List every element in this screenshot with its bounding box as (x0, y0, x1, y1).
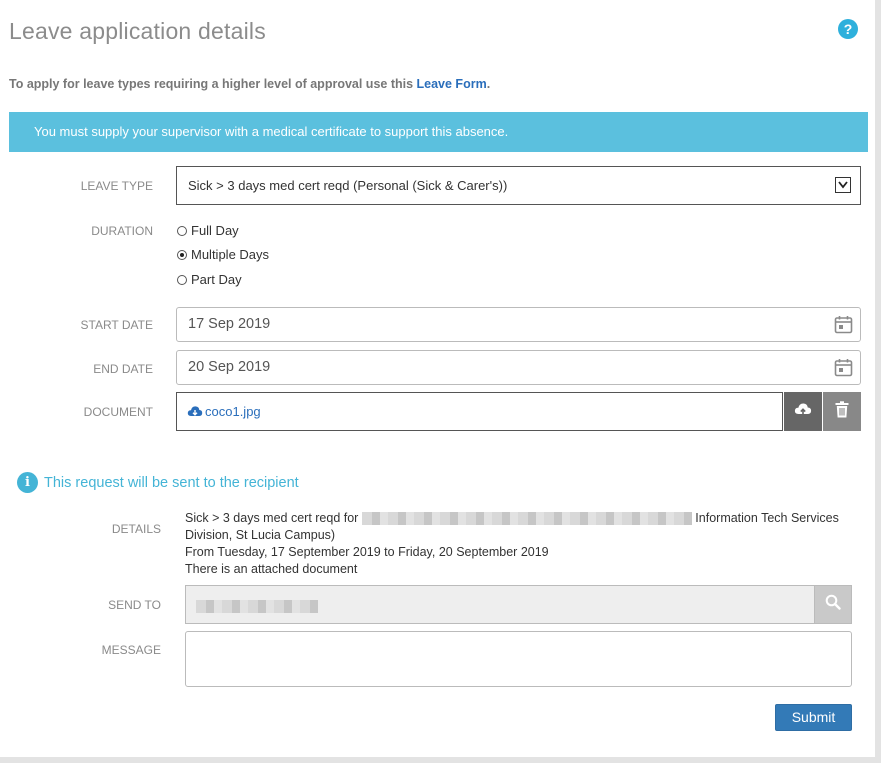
send-to-label: SEND TO (108, 598, 161, 612)
redacted-recipient (196, 600, 318, 614)
info-icon: i (17, 472, 38, 493)
recipient-info: i This request will be sent to the recip… (17, 472, 299, 493)
help-icon[interactable]: ? (838, 19, 858, 39)
cloud-download-icon (187, 405, 203, 421)
end-date-input[interactable]: 20 Sep 2019 (176, 350, 861, 385)
message-textarea[interactable] (185, 631, 852, 687)
alert-text: You must supply your supervisor with a m… (34, 124, 509, 139)
intro-text: To apply for leave types requiring a hig… (9, 77, 490, 91)
medical-certificate-alert: You must supply your supervisor with a m… (9, 112, 868, 152)
leave-type-label: LEAVE TYPE (80, 179, 153, 193)
recipient-info-text: This request will be sent to the recipie… (44, 474, 299, 491)
details-line-1: Sick > 3 days med cert reqd for Informat… (185, 510, 855, 527)
leave-form-link[interactable]: Leave Form (417, 77, 487, 91)
radio-button[interactable] (177, 225, 187, 236)
details-line-1-suffix: Information Tech Services (691, 511, 839, 525)
details-line-2: Division, St Lucia Campus) (185, 528, 336, 542)
search-icon (825, 594, 841, 615)
details-line-4: There is an attached document (185, 562, 358, 576)
start-date-value: 17 Sep 2019 (188, 316, 271, 332)
message-label: MESSAGE (101, 643, 161, 657)
document-file-link[interactable]: coco1.jpg (205, 404, 261, 419)
trash-icon (835, 400, 849, 423)
upload-button[interactable] (784, 392, 822, 431)
radio-label: Multiple Days (191, 247, 270, 262)
end-date-value: 20 Sep 2019 (188, 359, 271, 375)
page-title: Leave application details (9, 18, 266, 44)
leave-application-panel: Leave application details ? To apply for… (0, 0, 881, 763)
delete-document-button[interactable] (823, 392, 861, 431)
details-line-1-prefix: Sick > 3 days med cert reqd for (185, 511, 362, 525)
details-line-3: From Tuesday, 17 September 2019 to Frida… (185, 545, 549, 559)
radio-label: Part Day (191, 272, 242, 287)
duration-label: DURATION (91, 224, 153, 238)
duration-option-full-day[interactable]: Full Day (177, 223, 239, 238)
calendar-icon[interactable] (834, 315, 853, 338)
cloud-upload-icon (794, 402, 812, 422)
intro-suffix: . (486, 77, 491, 91)
request-details: Sick > 3 days med cert reqd for Informat… (185, 510, 855, 578)
chevron-down-icon[interactable] (835, 177, 851, 193)
details-label: DETAILS (111, 522, 161, 536)
start-date-label: START DATE (80, 318, 153, 332)
document-field[interactable]: coco1.jpg (176, 392, 783, 431)
radio-button[interactable] (177, 274, 187, 285)
submit-button[interactable]: Submit (775, 704, 852, 731)
leave-type-select[interactable]: Sick > 3 days med cert reqd (Personal (S… (176, 166, 861, 205)
start-date-input[interactable]: 17 Sep 2019 (176, 307, 861, 342)
radio-label: Full Day (191, 223, 239, 238)
intro-prefix: To apply for leave types requiring a hig… (9, 77, 417, 91)
duration-option-part-day[interactable]: Part Day (177, 272, 242, 287)
search-recipient-button[interactable] (814, 585, 852, 624)
duration-option-multiple-days[interactable]: Multiple Days (177, 247, 269, 262)
document-label: DOCUMENT (83, 405, 153, 419)
calendar-icon[interactable] (834, 358, 853, 381)
redacted-name (361, 512, 692, 526)
send-to-field[interactable] (185, 585, 814, 624)
leave-type-value: Sick > 3 days med cert reqd (Personal (S… (188, 178, 508, 193)
radio-button-selected[interactable] (177, 249, 187, 260)
end-date-label: END DATE (93, 362, 153, 376)
